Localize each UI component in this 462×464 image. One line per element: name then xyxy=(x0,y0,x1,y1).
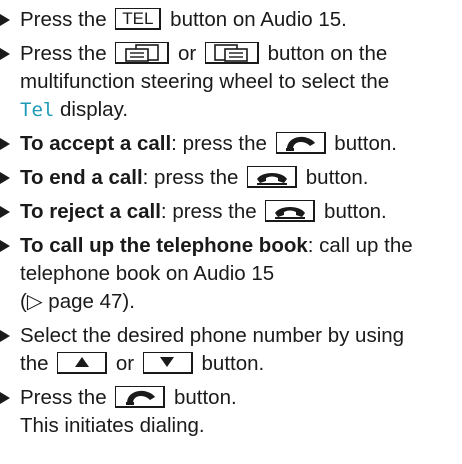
list-item: Press the button. This initiates dialing… xyxy=(0,384,462,440)
item-heading: To call up the telephone book xyxy=(20,234,308,257)
bullet-arrow-icon xyxy=(0,330,10,342)
instruction-list: Press the TEL button on Audio 15. Press … xyxy=(0,0,462,440)
bullet-arrow-icon xyxy=(0,14,10,26)
list-item: Press the or button on the multifunction… xyxy=(0,40,462,124)
phone-accept-icon xyxy=(115,385,166,408)
item-text: button. xyxy=(195,352,265,375)
display-prev-icon xyxy=(115,41,170,64)
list-item: Select the desired phone number by using… xyxy=(0,322,462,378)
item-heading: To end a call xyxy=(20,166,143,189)
item-heading: To reject a call xyxy=(20,200,161,223)
item-text: multifunction steering wheel to select t… xyxy=(20,70,390,93)
bullet-arrow-icon xyxy=(0,240,10,252)
bullet-arrow-icon xyxy=(0,206,10,218)
item-text: Press the xyxy=(20,42,113,65)
tel-display-label: Tel xyxy=(20,99,55,121)
item-text: : call up the xyxy=(307,234,413,257)
item-text: button. xyxy=(168,386,237,409)
page-reference: (▷ page 47). xyxy=(20,290,135,313)
item-text: button. xyxy=(300,166,369,189)
item-text: button. xyxy=(318,200,387,223)
item-text: button on the xyxy=(261,42,388,65)
list-item: To end a call: press the button. xyxy=(0,164,462,192)
item-text: telephone book on Audio 15 xyxy=(20,262,275,285)
arrow-down-icon xyxy=(142,351,193,374)
bullet-arrow-icon xyxy=(0,138,10,150)
list-item: To accept a call: press the button. xyxy=(0,130,462,158)
item-text: : press the xyxy=(160,200,263,223)
arrow-up-icon xyxy=(57,351,108,374)
item-text: or xyxy=(110,352,140,375)
phone-end-icon xyxy=(247,165,298,188)
item-text: Press the xyxy=(20,386,113,409)
item-text: display. xyxy=(54,98,129,121)
phone-accept-icon xyxy=(275,131,326,154)
list-item: To reject a call: press the button. xyxy=(0,198,462,226)
tel-button-key: TEL xyxy=(115,7,162,30)
item-text: This initiates dialing. xyxy=(20,414,205,437)
item-text: Press the xyxy=(20,8,113,31)
item-heading: To accept a call xyxy=(20,132,172,155)
list-item: Press the TEL button on Audio 15. xyxy=(0,6,462,34)
item-text: : press the xyxy=(142,166,245,189)
item-text: Select the desired phone number by using xyxy=(20,324,405,347)
item-text: : press the xyxy=(171,132,273,155)
bullet-arrow-icon xyxy=(0,48,10,60)
bullet-arrow-icon xyxy=(0,172,10,184)
bullet-arrow-icon xyxy=(0,392,10,404)
item-text: or xyxy=(172,42,202,65)
item-text: button on Audio 15. xyxy=(164,8,347,31)
item-text: button. xyxy=(328,132,397,155)
item-text: the xyxy=(20,352,55,375)
display-next-icon xyxy=(204,41,259,64)
phone-end-icon xyxy=(265,199,316,222)
list-item: To call up the telephone book: call up t… xyxy=(0,232,462,316)
